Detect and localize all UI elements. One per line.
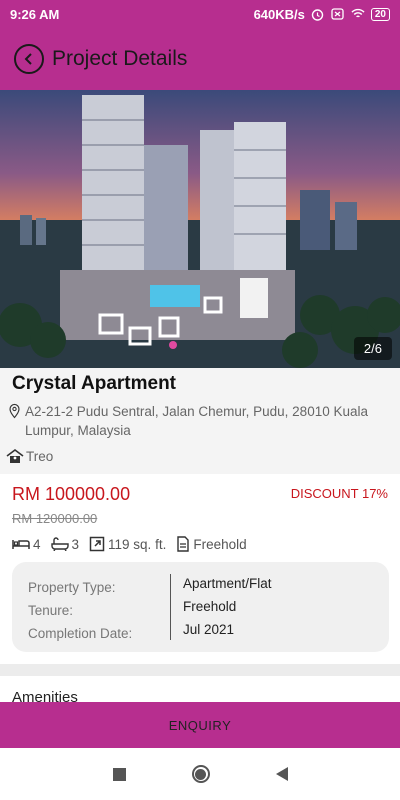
bedroom-count: 4 bbox=[33, 536, 41, 552]
alarm-icon bbox=[311, 8, 325, 21]
page-title: Project Details bbox=[52, 47, 188, 70]
recents-icon[interactable] bbox=[112, 767, 126, 781]
tenure-value: Freehold bbox=[193, 536, 247, 552]
developer-row: Treo bbox=[6, 448, 53, 464]
property-details-box: Property Type: Tenure: Completion Date: … bbox=[12, 562, 389, 652]
back-button[interactable] bbox=[14, 44, 44, 74]
property-type-value: Apartment/Flat bbox=[183, 576, 272, 591]
property-type-label: Property Type: bbox=[28, 580, 116, 595]
price-card: RM 100000.00 DISCOUNT 17% RM 120000.00 4… bbox=[0, 474, 400, 664]
network-speed: 640KB/s bbox=[253, 6, 305, 22]
image-counter: 2/6 bbox=[353, 337, 392, 360]
status-time: 9:26 AM bbox=[10, 6, 60, 22]
system-nav-bar bbox=[0, 748, 400, 800]
project-info: Crystal Apartment A2-21-2 Pudu Sentral, … bbox=[0, 368, 400, 474]
tenure-detail-value: Freehold bbox=[183, 599, 237, 614]
section-gap bbox=[0, 664, 400, 676]
app-bar: Project Details bbox=[0, 28, 400, 90]
details-divider bbox=[170, 574, 171, 640]
bathroom-count: 3 bbox=[71, 536, 80, 552]
details-labels: Property Type: Tenure: Completion Date: bbox=[28, 576, 132, 645]
project-address: A2-21-2 Pudu Sentral, Jalan Chemur, Pudu… bbox=[25, 404, 368, 438]
chevron-left-icon bbox=[24, 53, 32, 65]
bathtub-icon bbox=[50, 537, 69, 551]
tenure: Freehold bbox=[176, 536, 247, 552]
project-photo[interactable]: 2/6 bbox=[0, 90, 400, 368]
battery-icon: 20 bbox=[370, 7, 390, 21]
sim-icon bbox=[331, 8, 345, 20]
feature-row: 4 3 119 sq. ft. Freehold bbox=[12, 536, 257, 552]
enquiry-button[interactable]: ENQUIRY bbox=[0, 702, 400, 748]
home-icon[interactable] bbox=[191, 765, 210, 783]
developer-name: Treo bbox=[26, 448, 54, 464]
completion-date-label: Completion Date: bbox=[28, 626, 133, 641]
original-price: RM 120000.00 bbox=[12, 511, 98, 526]
address-row: A2-21-2 Pudu Sentral, Jalan Chemur, Pudu… bbox=[8, 402, 393, 440]
area-size: 119 sq. ft. bbox=[108, 536, 167, 552]
bed-icon bbox=[12, 540, 30, 549]
back-nav-icon[interactable] bbox=[275, 767, 288, 781]
resize-icon bbox=[89, 536, 105, 552]
developer-icon bbox=[6, 449, 24, 463]
bathrooms: 3 bbox=[50, 536, 80, 552]
project-name: Crystal Apartment bbox=[12, 373, 177, 394]
price: RM 100000.00 bbox=[12, 484, 131, 504]
amenities-title: Amenities bbox=[12, 689, 78, 702]
area: 119 sq. ft. bbox=[89, 536, 166, 552]
tenure-label: Tenure: bbox=[28, 603, 74, 618]
location-pin-icon bbox=[9, 403, 20, 419]
document-icon bbox=[177, 536, 190, 552]
status-bar: 9:26 AM 640KB/s 20 bbox=[0, 0, 400, 28]
discount-badge: DISCOUNT 17% bbox=[290, 486, 388, 501]
bedrooms: 4 bbox=[12, 537, 41, 552]
amenities-section: Amenities bbox=[0, 676, 400, 702]
details-values: Apartment/Flat Freehold Jul 2021 bbox=[183, 572, 272, 641]
completion-date-value: Jul 2021 bbox=[183, 622, 235, 637]
wifi-icon bbox=[351, 8, 365, 20]
building-illustration bbox=[0, 95, 400, 368]
